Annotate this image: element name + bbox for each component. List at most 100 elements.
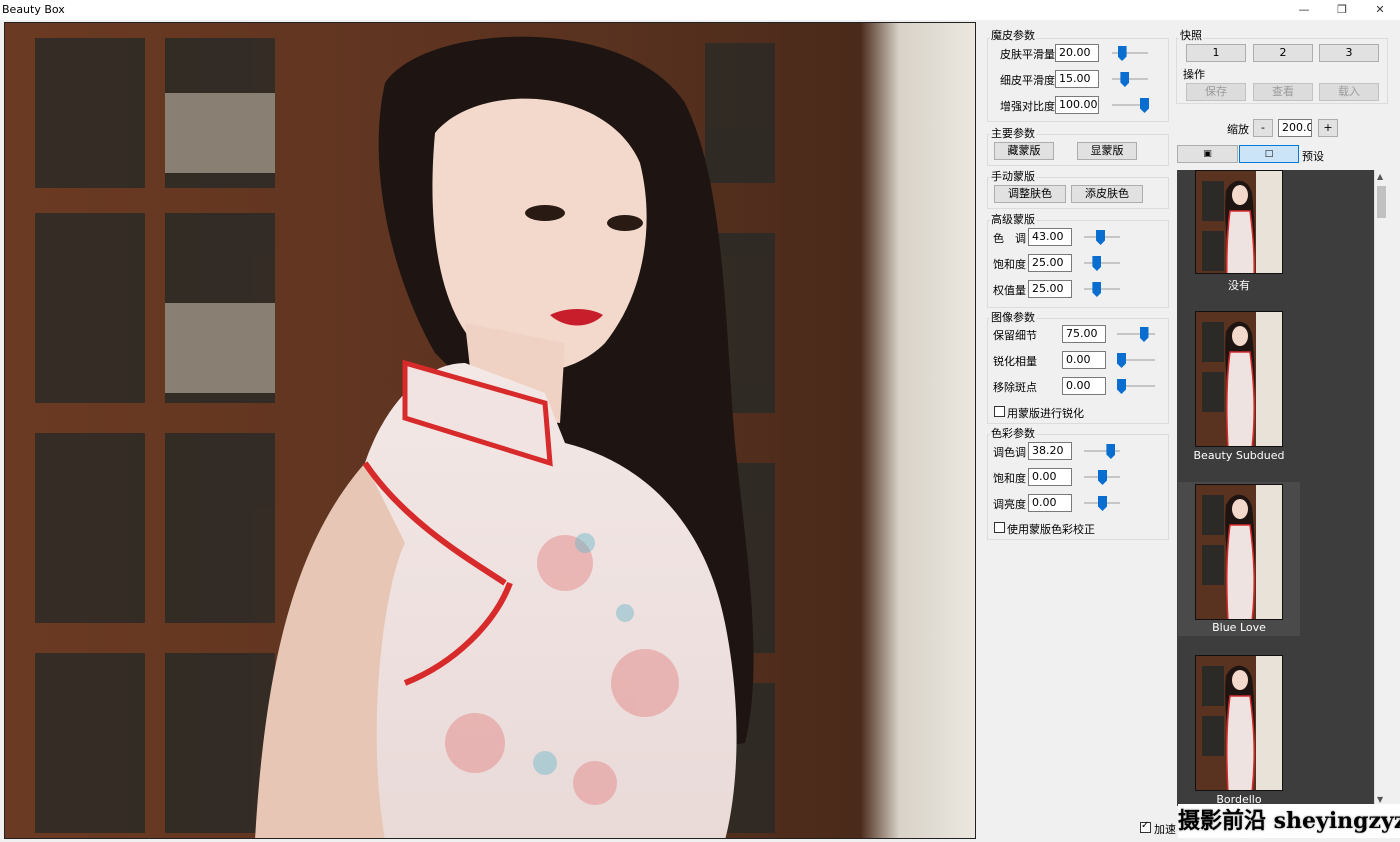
param-slider[interactable]	[1084, 470, 1120, 485]
accelerate-checkbox[interactable]: ✓	[1140, 820, 1151, 833]
watermark: 摄影前沿 sheyingzyz.com	[1178, 804, 1400, 838]
slider-thumb[interactable]	[1106, 444, 1116, 459]
preset-thumbnail	[1195, 484, 1283, 620]
portrait-photo	[5, 23, 975, 838]
zoom-out-button[interactable]: -	[1253, 119, 1273, 137]
hide-mask-button[interactable]: 藏蒙版	[994, 142, 1054, 160]
param-value-input[interactable]: 43.00	[1028, 228, 1072, 246]
color-params-title: 色彩参数	[990, 425, 1036, 441]
adjust-skin-button[interactable]: 调整肤色	[994, 185, 1066, 203]
slider-thumb[interactable]	[1117, 379, 1126, 394]
slider-track	[1112, 52, 1148, 54]
param-value-input[interactable]: 0.00	[1028, 494, 1072, 512]
param-slider[interactable]	[1117, 353, 1155, 368]
view-button[interactable]: 查看	[1253, 83, 1313, 101]
mask-color-correction-label: 使用蒙版色彩校正	[1007, 523, 1095, 536]
snapshot-3-button[interactable]: 3	[1319, 44, 1379, 62]
param-label: 调亮度	[993, 498, 1026, 511]
param-slider[interactable]	[1112, 98, 1149, 113]
skin-params-title: 魔皮参数	[990, 27, 1036, 43]
param-label: 饱和度	[993, 472, 1026, 485]
zoom-in-button[interactable]: +	[1318, 119, 1338, 137]
title-bar: Beauty Box — ❐ ✕	[0, 0, 1400, 20]
param-value-input[interactable]: 25.00	[1028, 254, 1072, 272]
slider-thumb[interactable]	[1140, 98, 1149, 113]
scroll-down-icon[interactable]: ▼	[1377, 795, 1383, 804]
param-label: 保留细节	[993, 329, 1037, 342]
param-slider[interactable]	[1084, 496, 1120, 511]
slider-track	[1084, 262, 1120, 264]
manual-mask-title: 手动蒙版	[990, 168, 1036, 184]
preset-item[interactable]: 没有	[1178, 170, 1300, 300]
sharpen-with-mask-checkbox[interactable]	[994, 406, 1005, 417]
preset-item-selected[interactable]: Blue Love	[1178, 482, 1300, 636]
mask-color-correction-checkbox[interactable]	[994, 522, 1005, 533]
param-slider[interactable]	[1112, 72, 1148, 87]
slider-thumb[interactable]	[1098, 470, 1107, 485]
zoom-label: 缩放	[1227, 123, 1249, 136]
param-value-input[interactable]: 20.00	[1055, 44, 1099, 62]
image-params-title: 图像参数	[990, 309, 1036, 325]
snapshot-1-button[interactable]: 1	[1186, 44, 1246, 62]
param-slider[interactable]	[1084, 444, 1120, 459]
param-slider[interactable]	[1084, 230, 1120, 245]
param-slider[interactable]	[1084, 282, 1120, 297]
load-button[interactable]: 载入	[1319, 83, 1379, 101]
zoom-input[interactable]: 200.00	[1278, 119, 1312, 137]
param-label: 皮肤平滑量	[1000, 48, 1055, 61]
accelerate-label: 加速	[1154, 823, 1176, 836]
split-view-button[interactable]: ▣	[1177, 145, 1238, 163]
preview-image[interactable]	[4, 22, 976, 839]
param-value-input[interactable]: 38.20	[1028, 442, 1072, 460]
preset-item[interactable]: Beauty Subdued	[1178, 311, 1300, 471]
add-skin-button[interactable]: 添皮肤色	[1071, 185, 1143, 203]
preset-name: Blue Love	[1212, 621, 1266, 634]
show-mask-button[interactable]: 显蒙版	[1077, 142, 1137, 160]
slider-thumb[interactable]	[1092, 282, 1102, 297]
slider-thumb[interactable]	[1120, 72, 1130, 87]
param-label: 饱和度	[993, 258, 1026, 271]
param-label: 调色调	[993, 446, 1026, 459]
param-value-input[interactable]: 25.00	[1028, 280, 1072, 298]
param-label: 锐化相量	[993, 355, 1037, 368]
preset-thumbnail-image	[1196, 656, 1282, 790]
param-label: 权值量	[993, 284, 1026, 297]
close-button[interactable]: ✕	[1360, 0, 1400, 20]
scroll-up-icon[interactable]: ▲	[1377, 172, 1383, 181]
single-view-button[interactable]: □	[1239, 145, 1299, 163]
param-value-input[interactable]: 0.00	[1062, 377, 1106, 395]
preset-thumbnail-image	[1196, 171, 1282, 273]
operations-title: 操作	[1182, 66, 1206, 82]
slider-thumb[interactable]	[1092, 256, 1102, 271]
param-value-input[interactable]: 75.00	[1062, 325, 1106, 343]
slider-thumb[interactable]	[1139, 327, 1149, 342]
param-slider[interactable]	[1117, 379, 1155, 394]
preset-list[interactable]: 没有 Beauty Subdued Blue Love Bordello	[1177, 170, 1388, 806]
main-params-title: 主要参数	[990, 125, 1036, 141]
param-value-input[interactable]: 0.00	[1062, 351, 1106, 369]
param-value-input[interactable]: 15.00	[1055, 70, 1099, 88]
sharpen-with-mask-label: 用蒙版进行锐化	[1007, 407, 1084, 420]
restore-button[interactable]: ❐	[1322, 0, 1362, 20]
slider-thumb[interactable]	[1098, 496, 1107, 511]
param-value-input[interactable]: 100.00	[1055, 96, 1099, 114]
param-slider[interactable]	[1084, 256, 1120, 271]
slider-thumb[interactable]	[1117, 353, 1126, 368]
preset-item[interactable]: Bordello	[1178, 655, 1300, 806]
preset-thumbnail	[1195, 655, 1283, 791]
preset-thumbnail	[1195, 311, 1283, 447]
save-button[interactable]: 保存	[1186, 83, 1246, 101]
preset-thumbnail-image	[1196, 485, 1282, 619]
param-slider[interactable]	[1112, 46, 1148, 61]
slider-thumb[interactable]	[1117, 46, 1127, 61]
param-slider[interactable]	[1117, 327, 1155, 342]
slider-thumb[interactable]	[1096, 230, 1106, 245]
snapshot-2-button[interactable]: 2	[1253, 44, 1313, 62]
param-label: 移除斑点	[993, 381, 1037, 394]
presets-label: 预设	[1302, 150, 1324, 163]
param-label: 增强对比度	[1000, 100, 1055, 113]
scroll-thumb[interactable]	[1377, 186, 1386, 218]
preset-scrollbar[interactable]: ▲ ▼	[1374, 170, 1388, 806]
param-value-input[interactable]: 0.00	[1028, 468, 1072, 486]
minimize-button[interactable]: —	[1284, 0, 1324, 20]
